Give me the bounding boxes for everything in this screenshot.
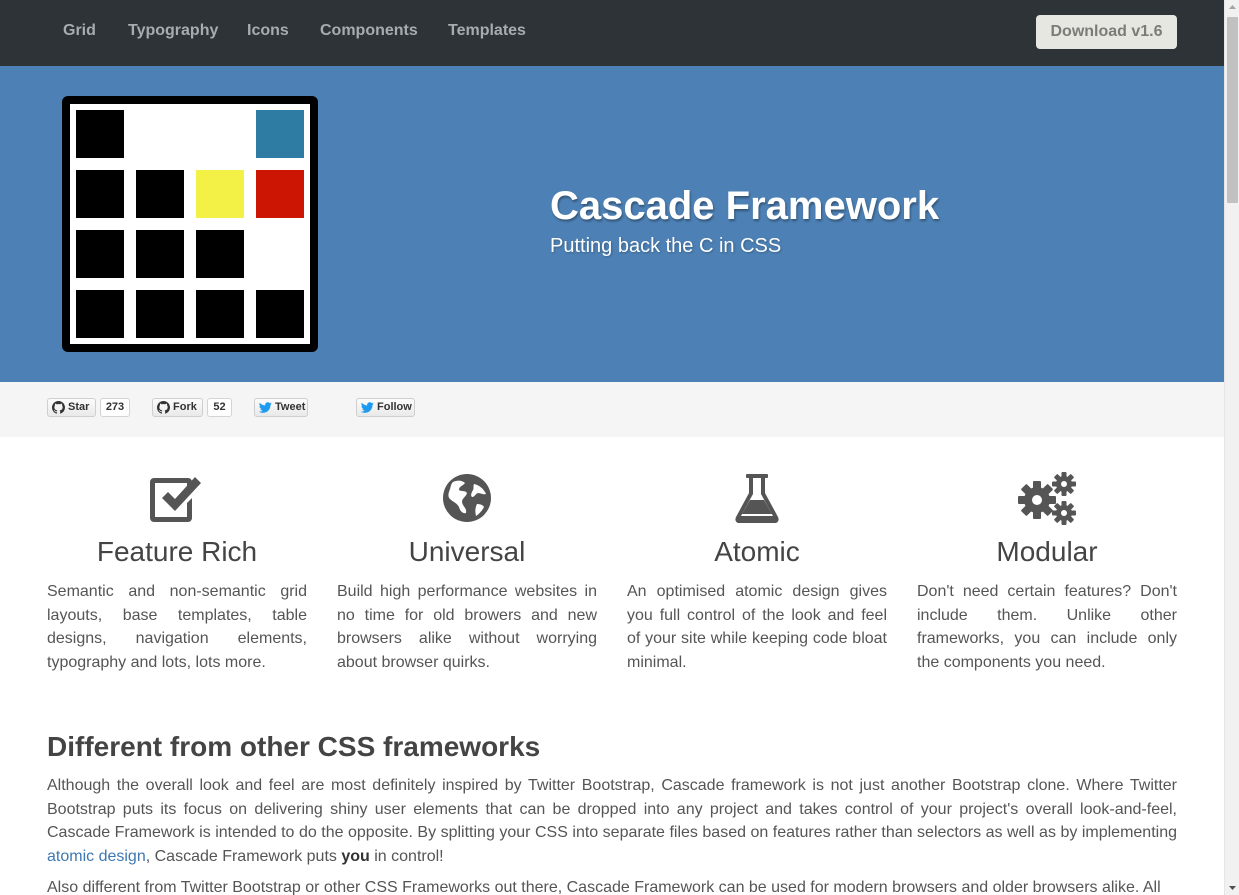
- logo-block: [196, 290, 244, 338]
- tweet-button[interactable]: Tweet: [254, 398, 308, 417]
- nav-item-components[interactable]: Components: [320, 22, 418, 40]
- logo-block: [76, 230, 124, 278]
- feature-description: Don't need certain features? Don't inclu…: [917, 583, 1177, 671]
- feature-title: Atomic: [714, 536, 800, 567]
- social-bar: Star 273 Fork 52 Tweet Follow: [0, 382, 1224, 437]
- hero-title: Cascade Framework: [550, 184, 940, 228]
- star-count[interactable]: 273: [100, 398, 130, 417]
- top-navbar: Grid Typography Icons Components Templat…: [0, 0, 1224, 66]
- cascade-logo: [62, 96, 318, 352]
- github-star-button[interactable]: Star: [47, 398, 96, 417]
- checkbox-icon: [150, 477, 201, 522]
- logo-block-red: [256, 170, 304, 218]
- feature-description: Semantic and non-semantic grid layouts, …: [47, 583, 307, 671]
- page-scrollbar[interactable]: [1224, 0, 1239, 895]
- nav-item-icons[interactable]: Icons: [247, 22, 289, 40]
- github-icon: [52, 401, 65, 414]
- logo-block: [196, 230, 244, 278]
- logo-block: [136, 290, 184, 338]
- twitter-bird-icon: [361, 402, 374, 413]
- logo-block: [136, 230, 184, 278]
- nav-item-templates[interactable]: Templates: [448, 22, 526, 40]
- scroll-down-arrow-icon[interactable]: [1225, 880, 1239, 895]
- github-fork-button[interactable]: Fork: [152, 398, 203, 417]
- gears-icon: [1018, 472, 1076, 525]
- logo-block-blue: [256, 110, 304, 158]
- follow-label: Follow: [377, 401, 412, 413]
- download-button[interactable]: Download v1.6: [1036, 15, 1177, 49]
- tweet-label: Tweet: [275, 401, 306, 413]
- logo-block: [76, 290, 124, 338]
- globe-icon: [443, 474, 491, 522]
- hero-banner: Cascade Framework Putting back the C in …: [0, 66, 1224, 382]
- logo-block: [136, 170, 184, 218]
- nav-item-grid[interactable]: Grid: [63, 22, 96, 40]
- logo-block: [76, 170, 124, 218]
- feature-title: Modular: [996, 536, 1098, 567]
- feature-description: An optimised atomic design gives you ful…: [627, 583, 887, 671]
- nav-item-typography[interactable]: Typography: [128, 22, 218, 40]
- logo-block: [256, 290, 304, 338]
- paragraph-text: , Cascade Framework puts: [145, 847, 342, 865]
- feature-title: Feature Rich: [96, 536, 258, 567]
- paragraph-text: Although the overall look and feel are m…: [47, 777, 1177, 841]
- github-icon: [157, 401, 170, 414]
- feature-title: Universal: [408, 536, 526, 567]
- feature-description: Build high performance websites in no ti…: [337, 583, 597, 671]
- twitter-bird-icon: [259, 402, 272, 413]
- logo-block-yellow: [196, 170, 244, 218]
- hero-subtitle: Putting back the C in CSS: [550, 235, 782, 257]
- scrollbar-thumb[interactable]: [1227, 17, 1238, 203]
- flask-icon: [735, 474, 779, 523]
- atomic-design-link[interactable]: atomic design: [47, 848, 146, 865]
- section-title: Different from other CSS frameworks: [47, 731, 541, 762]
- fork-label: Fork: [173, 401, 197, 413]
- paragraph-text: in control!: [369, 847, 444, 865]
- fork-count[interactable]: 52: [207, 398, 232, 417]
- intro-paragraph: Although the overall look and feel are m…: [47, 774, 1177, 868]
- second-paragraph: Also different from Twitter Bootstrap or…: [47, 879, 1161, 895]
- logo-block: [76, 110, 124, 158]
- follow-button[interactable]: Follow: [356, 398, 415, 417]
- star-label: Star: [68, 401, 90, 413]
- emphasis-you: you: [341, 847, 370, 865]
- scroll-up-arrow-icon[interactable]: [1225, 0, 1239, 15]
